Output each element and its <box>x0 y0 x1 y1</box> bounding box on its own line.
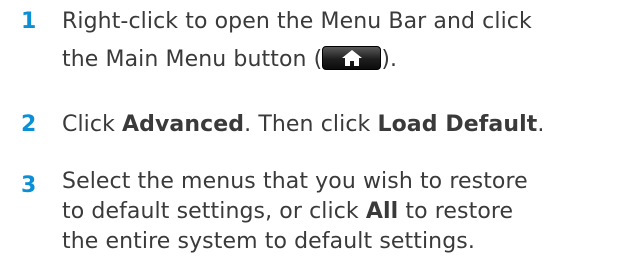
option-name-all: All <box>365 199 399 224</box>
step-text-segment: . Then click <box>244 112 378 137</box>
step-line: to default settings, or click All to res… <box>62 197 612 227</box>
step-line: Right-click to open the Menu Bar and cli… <box>62 9 532 34</box>
step-number: 2 <box>21 112 37 137</box>
step-number: 3 <box>21 173 37 198</box>
menu-name-load-default: Load Default <box>377 112 538 137</box>
home-icon <box>342 50 363 66</box>
step-text-segment: to restore <box>398 199 514 224</box>
step-text-segment: to default settings, or click <box>62 199 366 224</box>
step-text: Select the menus that you wish to restor… <box>62 167 612 257</box>
step-number: 1 <box>21 9 37 34</box>
step-text: Right-click to open the Menu Bar and cli… <box>62 3 612 79</box>
step-line: Select the menus that you wish to restor… <box>62 169 528 194</box>
step-text-segment: . <box>537 112 545 137</box>
menu-name-advanced: Advanced <box>122 112 245 137</box>
step-line: the Main Menu button (). <box>62 41 612 79</box>
step-text-segment: ). <box>381 47 398 72</box>
step-text: Click Advanced. Then click Load Default. <box>62 106 612 144</box>
step-text-segment: the Main Menu button ( <box>62 47 323 72</box>
step-line: Click Advanced. Then click Load Default. <box>62 106 612 144</box>
step-text-segment: Click <box>62 112 123 137</box>
main-menu-button-image <box>322 46 382 70</box>
step-line: the entire system to default settings. <box>62 229 475 254</box>
